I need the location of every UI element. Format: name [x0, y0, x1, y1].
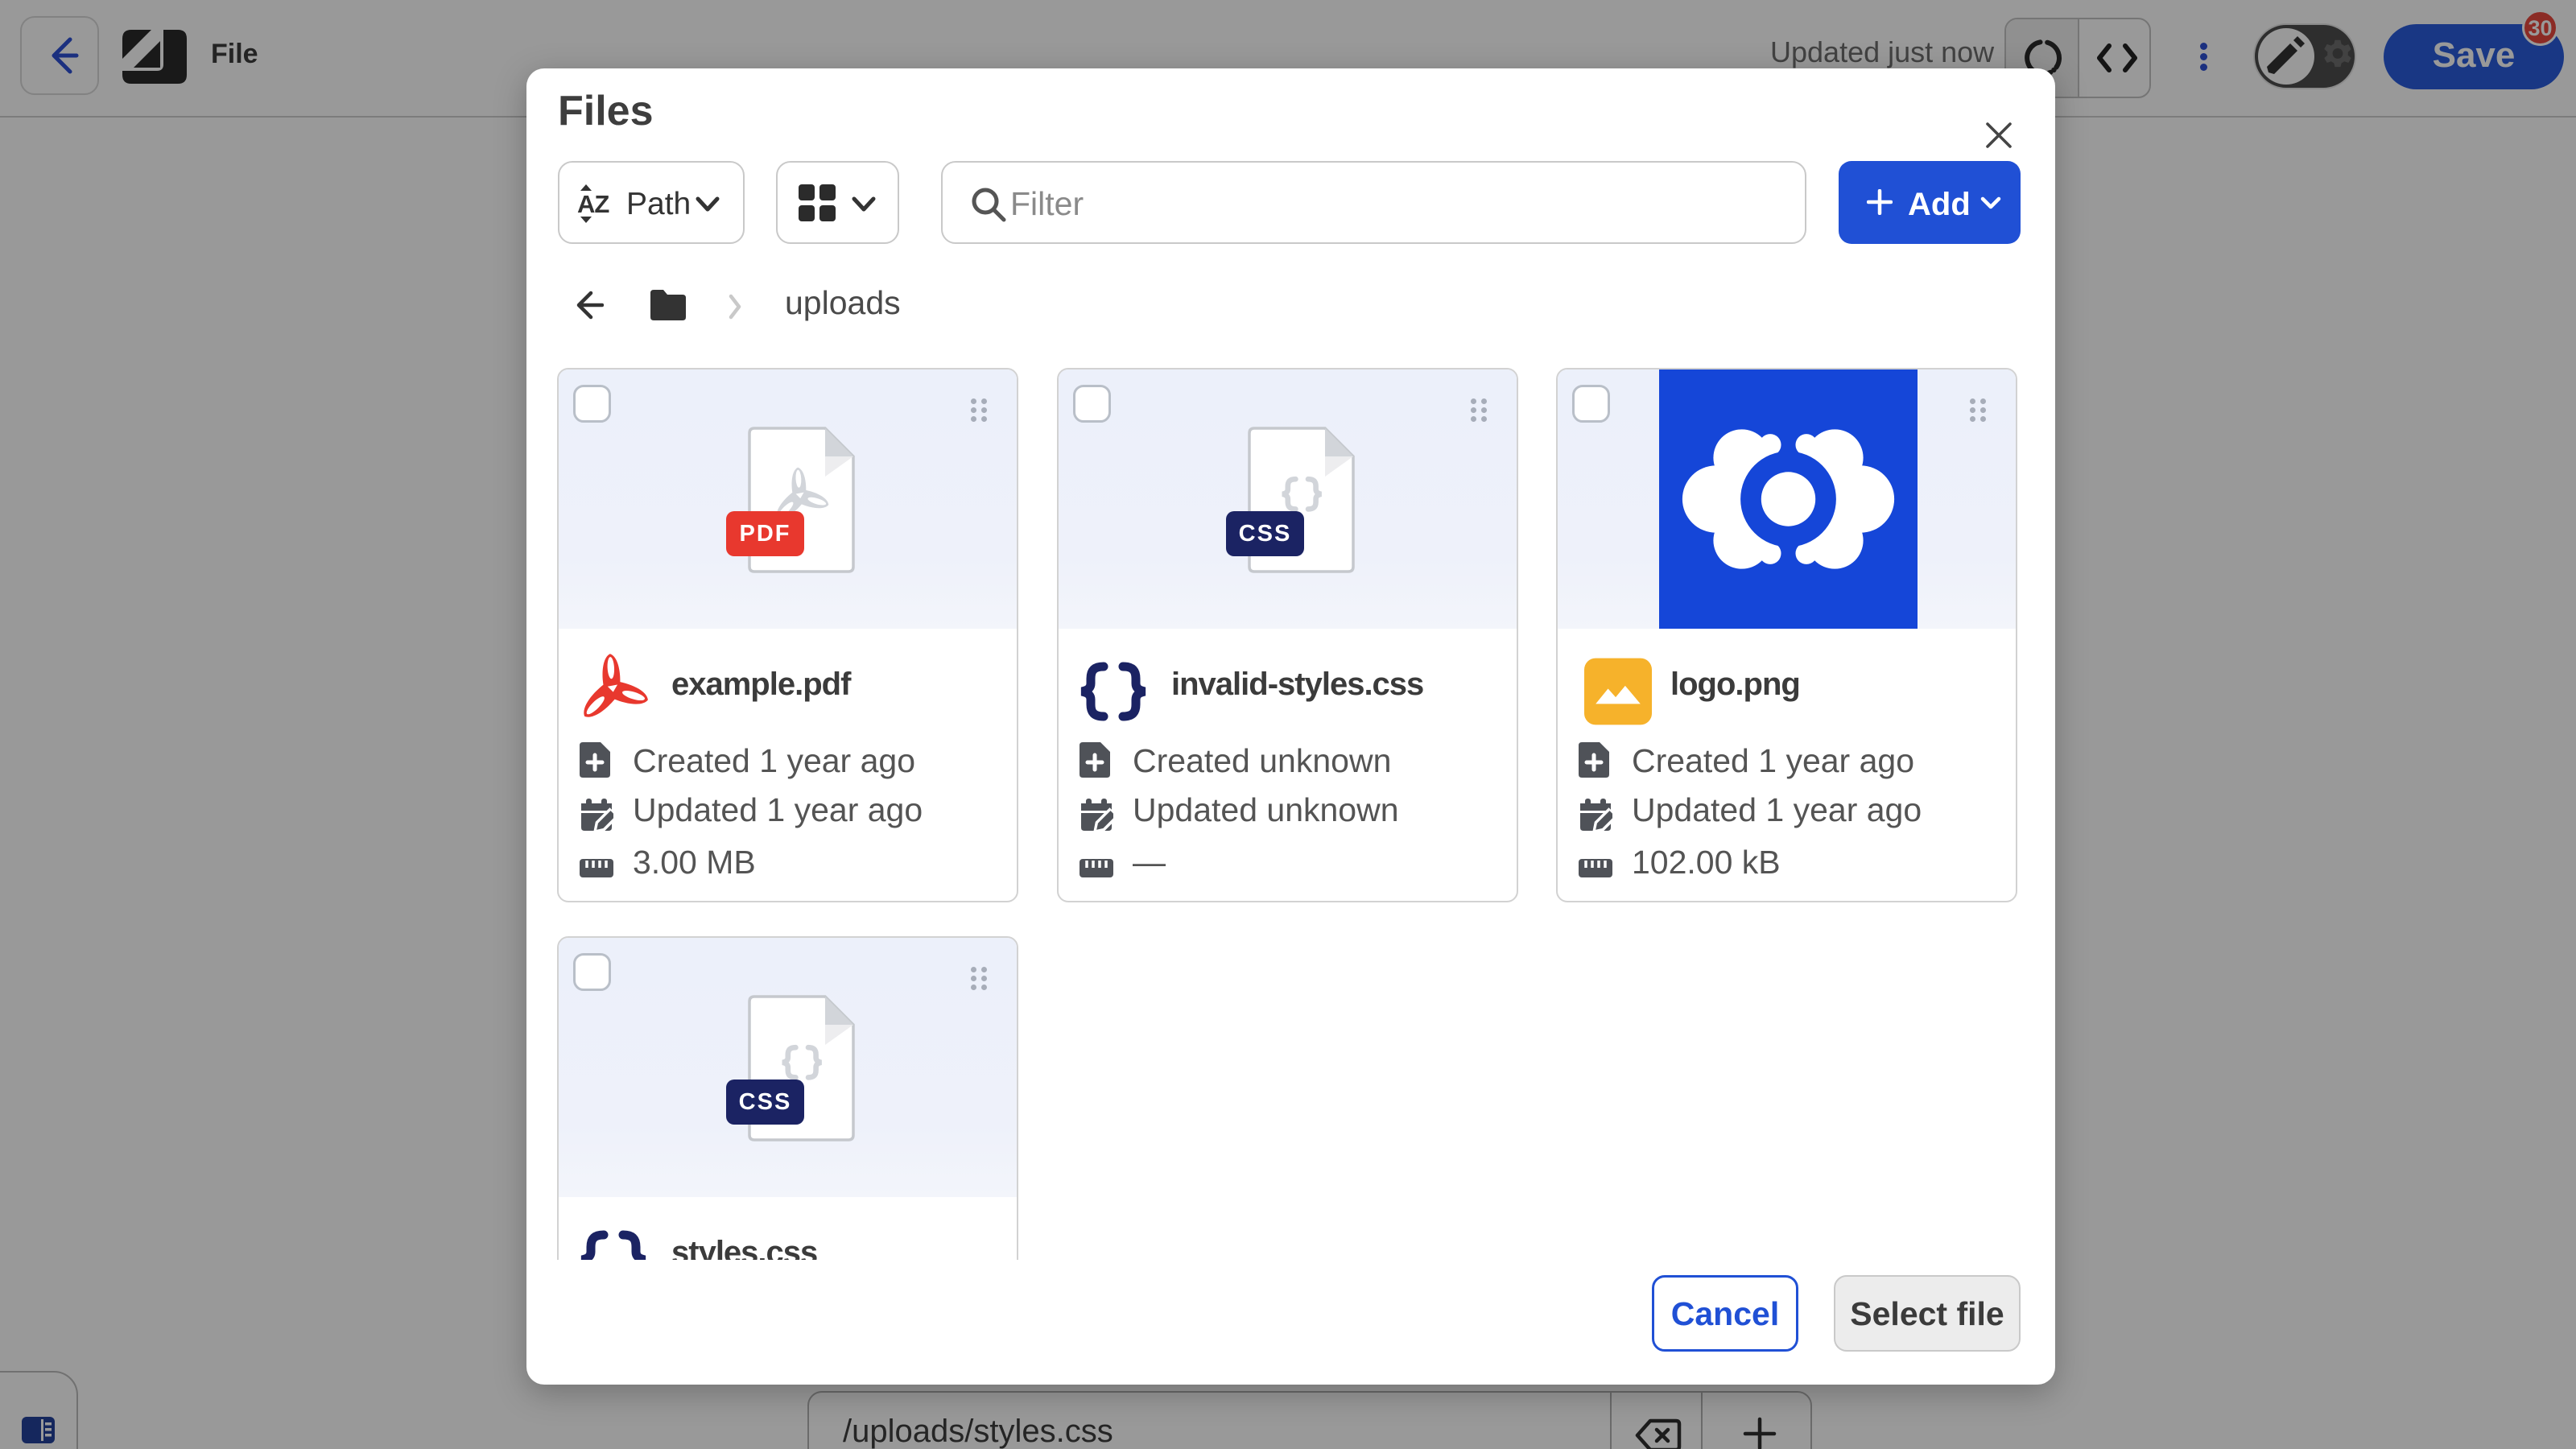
svg-text:AZ: AZ	[577, 190, 609, 218]
